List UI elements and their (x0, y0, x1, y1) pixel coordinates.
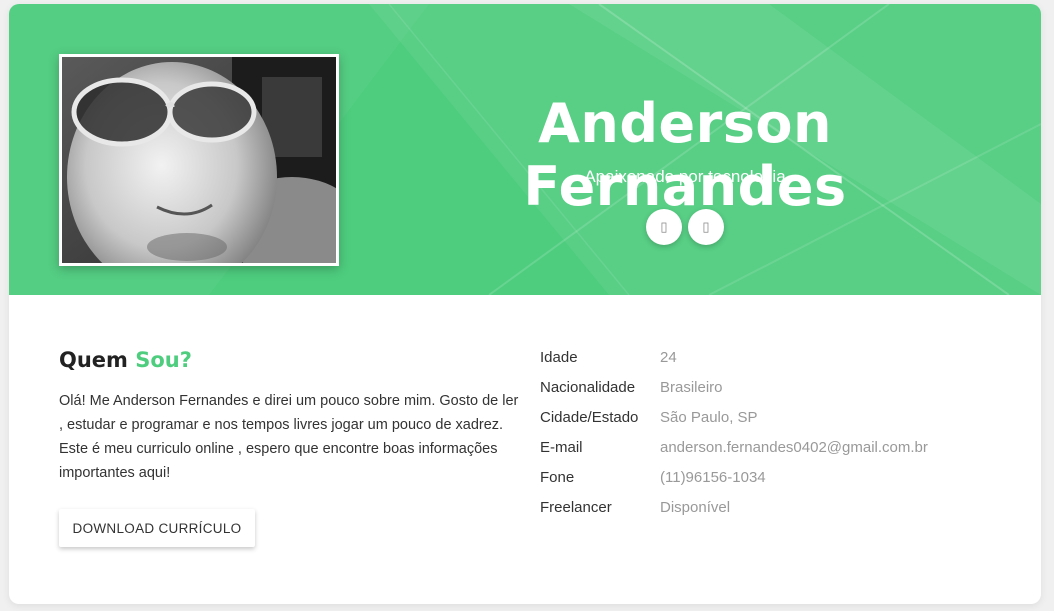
info-value: Brasileiro (660, 379, 723, 396)
download-cv-button[interactable]: DOWNLOAD CURRÍCULO (59, 509, 255, 547)
about-title-prefix: Quem (59, 348, 136, 372)
profile-card: Anderson Fernandes Apaixonado por tecnol… (9, 4, 1041, 604)
about-description: Olá! Me Anderson Fernandes e direi um po… (59, 393, 519, 481)
info-value: São Paulo, SP (660, 409, 758, 426)
info-value: 24 (660, 349, 677, 366)
info-label: Freelancer (540, 499, 612, 516)
profile-photo-frame (59, 54, 339, 266)
info-label: E-mail (540, 439, 583, 456)
profile-name: Anderson Fernandes (523, 92, 847, 218)
about-title-accent: Sou? (135, 348, 192, 372)
about-title: Quem Sou? (59, 348, 192, 372)
info-value-email[interactable]: anderson.fernandes0402@gmail.com.br (660, 439, 928, 456)
profile-header: Anderson Fernandes Apaixonado por tecnol… (9, 4, 1041, 295)
info-value: Disponível (660, 499, 731, 516)
info-label: Idade (540, 349, 578, 366)
info-label: Nacionalidade (540, 379, 636, 396)
social-icon-2[interactable]: ▯ (688, 209, 724, 245)
social-icon-1[interactable]: ▯ (646, 209, 682, 245)
info-label: Fone (540, 469, 575, 486)
info-label: Cidade/Estado (540, 409, 639, 426)
profile-photo (62, 57, 336, 263)
info-value: (11)96156-1034 (660, 469, 766, 486)
profile-tagline: Apaixonado por tecnologia (584, 167, 786, 186)
